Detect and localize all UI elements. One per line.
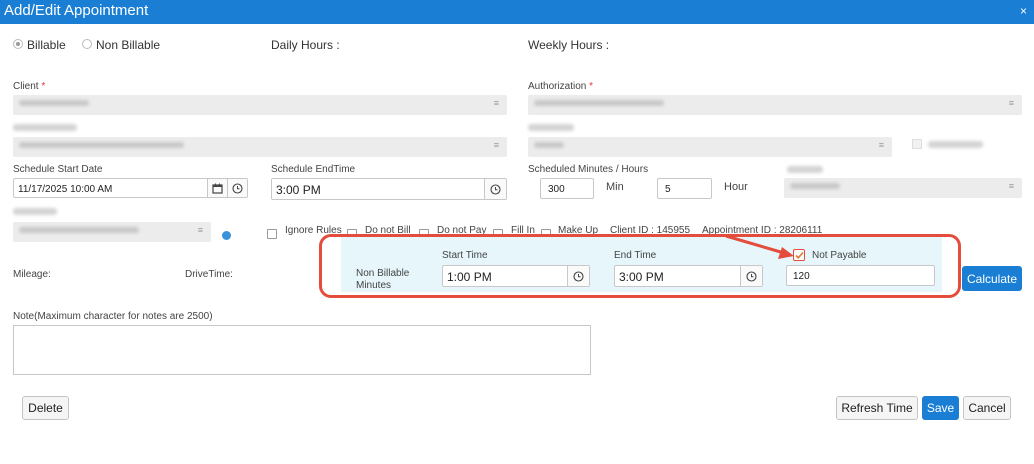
ignore-rules-checkbox[interactable] <box>267 229 277 239</box>
clock-icon[interactable] <box>484 179 506 199</box>
drive-time-label: DriveTime: <box>185 269 233 280</box>
dropdown-icon: ≡ <box>197 225 203 235</box>
title-bar: Add/Edit Appointment × <box>0 0 1034 24</box>
dropdown-icon: ≡ <box>1008 98 1014 108</box>
schedule-end-input[interactable]: 3:00 PM <box>271 178 507 200</box>
location-label <box>13 208 57 215</box>
non-billable-radio[interactable] <box>82 39 92 49</box>
provider-label <box>528 124 574 131</box>
all-providers-label <box>928 141 983 148</box>
location-info-icon[interactable] <box>222 231 231 240</box>
location-select[interactable]: ≡ <box>13 222 211 242</box>
dropdown-icon: ≡ <box>878 140 884 150</box>
hour-label: Hour <box>724 181 748 193</box>
dropdown-icon: ≡ <box>493 98 499 108</box>
calendar-icon[interactable] <box>207 179 227 197</box>
annotation-arrow <box>725 234 794 259</box>
min-label: Min <box>606 181 624 193</box>
schedule-start-label: Schedule Start Date <box>13 164 103 175</box>
dropdown-icon: ≡ <box>1008 181 1014 191</box>
dialog-title: Add/Edit Appointment <box>4 2 149 19</box>
billable-radio[interactable] <box>13 39 23 49</box>
weekly-hours-label: Weekly Hours : <box>528 38 610 52</box>
billable-label: Billable <box>27 38 66 52</box>
dropdown-icon: ≡ <box>493 140 499 150</box>
service-type-label <box>13 124 77 131</box>
clock-icon[interactable] <box>227 179 247 197</box>
all-providers-checkbox[interactable] <box>912 139 922 149</box>
status-select[interactable]: ≡ <box>784 178 1022 198</box>
non-billable-label: Non Billable <box>96 38 161 52</box>
delete-button[interactable]: Delete <box>22 396 69 420</box>
client-label: Client * <box>13 81 46 92</box>
scheduled-minutes-label: Scheduled Minutes / Hours <box>528 164 649 175</box>
note-label: Note(Maximum character for notes are 250… <box>13 311 213 322</box>
service-type-select[interactable]: ≡ <box>13 137 507 157</box>
client-select[interactable]: ≡ <box>13 95 507 115</box>
schedule-start-input[interactable]: 11/17/2025 10:00 AM <box>13 178 248 198</box>
mileage-label: Mileage: <box>13 269 51 280</box>
status-label <box>787 166 823 173</box>
save-button[interactable]: Save <box>922 396 959 420</box>
scheduled-minutes-input[interactable]: 300 <box>540 178 594 199</box>
scheduled-hours-input[interactable]: 5 <box>657 178 712 199</box>
authorization-label: Authorization * <box>528 81 594 92</box>
refresh-time-button[interactable]: Refresh Time <box>836 396 918 420</box>
calculate-button[interactable]: Calculate <box>962 266 1022 291</box>
daily-hours-label: Daily Hours : <box>271 38 340 52</box>
close-icon[interactable]: × <box>1020 4 1027 18</box>
schedule-end-label: Schedule EndTime <box>271 164 356 175</box>
note-textarea[interactable] <box>13 325 591 375</box>
highlight-box <box>319 234 961 298</box>
provider-select[interactable]: ≡ <box>528 137 892 157</box>
cancel-button[interactable]: Cancel <box>963 396 1011 420</box>
authorization-select[interactable]: ≡ <box>528 95 1022 115</box>
